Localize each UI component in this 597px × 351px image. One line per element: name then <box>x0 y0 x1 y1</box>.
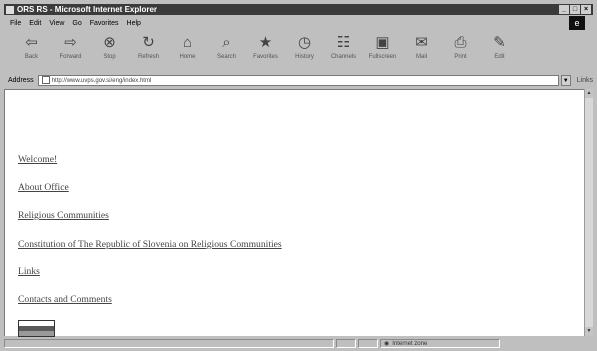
mail-icon: ✉ <box>415 34 428 51</box>
address-input[interactable]: http://www.uvps.gov.si/eng/index.html <box>37 74 559 86</box>
fullscreen-button[interactable]: ▣ Fullscreen <box>363 32 402 60</box>
maximize-button[interactable]: □ <box>570 5 580 14</box>
refresh-button[interactable]: ↻ Refresh <box>129 32 168 60</box>
ie-logo-icon: e <box>569 16 585 30</box>
nav-link-links[interactable]: Links <box>18 266 40 277</box>
menu-help[interactable]: Help <box>127 20 141 27</box>
edit-icon: ✎ <box>493 34 506 51</box>
print-button[interactable]: ⎙ Print <box>441 32 480 60</box>
home-button[interactable]: ⌂ Home <box>168 32 207 60</box>
nav-link-about-office[interactable]: About Office <box>18 182 69 193</box>
history-icon: ◷ <box>297 34 312 51</box>
links-button[interactable]: Links <box>577 77 593 84</box>
menu-view[interactable]: View <box>49 20 64 27</box>
channels-icon: ☷ <box>336 34 351 51</box>
vertical-scrollbar[interactable]: ▲ ▼ <box>584 89 593 336</box>
history-button[interactable]: ◷ History <box>285 32 324 60</box>
address-dropdown-button[interactable]: ▼ <box>560 74 571 86</box>
status-zone: Internet zone <box>392 340 428 347</box>
nav-link-welcome[interactable]: Welcome! <box>18 154 57 165</box>
slovenian-flag-button[interactable] <box>18 320 55 337</box>
forward-button[interactable]: ⇨ Forward <box>51 32 90 60</box>
edit-button[interactable]: ✎ Edit <box>480 32 519 60</box>
search-button[interactable]: ⌕ Search <box>207 32 246 60</box>
search-icon: ⌕ <box>222 34 231 51</box>
menu-bar: File Edit View Go Favorites Help e <box>4 16 593 30</box>
back-arrow-icon: ⇦ <box>25 34 38 51</box>
stop-button[interactable]: ⊗ Stop <box>90 32 129 60</box>
status-progress-cell <box>336 339 356 348</box>
page-icon <box>41 75 50 84</box>
menu-favorites[interactable]: Favorites <box>90 20 119 27</box>
address-url: http://www.uvps.gov.si/eng/index.html <box>51 77 152 84</box>
print-icon: ⎙ <box>454 34 467 51</box>
window-title: ORS RS - Microsoft Internet Explorer <box>17 5 158 14</box>
status-zone-cell: ◉ Internet zone <box>380 339 500 348</box>
nav-link-constitution[interactable]: Constitution of The Republic of Slovenia… <box>18 239 282 250</box>
favorites-button[interactable]: ★ Favorites <box>246 32 285 60</box>
scroll-down-icon[interactable]: ▼ <box>585 327 593 336</box>
back-button[interactable]: ⇦ Back <box>12 32 51 60</box>
scroll-up-icon[interactable]: ▲ <box>585 89 593 98</box>
nav-link-religious-communities[interactable]: Religious Communities <box>18 210 109 221</box>
title-bar: ORS RS - Microsoft Internet Explorer _ □… <box>4 4 593 15</box>
status-lock-cell <box>358 339 378 348</box>
address-bar: Address http://www.uvps.gov.si/eng/index… <box>4 73 593 87</box>
page-content: Welcome! About Office Religious Communit… <box>4 89 586 337</box>
address-label: Address <box>8 76 34 84</box>
menu-edit[interactable]: Edit <box>29 20 41 27</box>
ie-icon <box>6 5 14 14</box>
favorites-icon: ★ <box>258 34 273 51</box>
toolbar: ⇦ Back ⇨ Forward ⊗ Stop ↻ Refresh ⌂ Home ⌕ Sea… <box>4 32 593 72</box>
mail-button[interactable]: ✉ Mail <box>402 32 441 60</box>
refresh-icon: ↻ <box>142 34 155 51</box>
close-button[interactable]: × <box>581 5 591 14</box>
stop-icon: ⊗ <box>103 34 116 51</box>
home-icon: ⌂ <box>182 34 193 51</box>
minimize-button[interactable]: _ <box>559 5 569 14</box>
globe-icon: ◉ <box>384 341 390 347</box>
forward-arrow-icon: ⇨ <box>64 34 77 51</box>
fullscreen-icon: ▣ <box>375 34 390 51</box>
status-text-cell <box>4 339 334 348</box>
channels-button[interactable]: ☷ Channels <box>324 32 363 60</box>
menu-file[interactable]: File <box>10 20 21 27</box>
status-bar: ◉ Internet zone <box>4 338 593 349</box>
menu-go[interactable]: Go <box>72 20 81 27</box>
nav-link-contacts[interactable]: Contacts and Comments <box>18 294 112 305</box>
